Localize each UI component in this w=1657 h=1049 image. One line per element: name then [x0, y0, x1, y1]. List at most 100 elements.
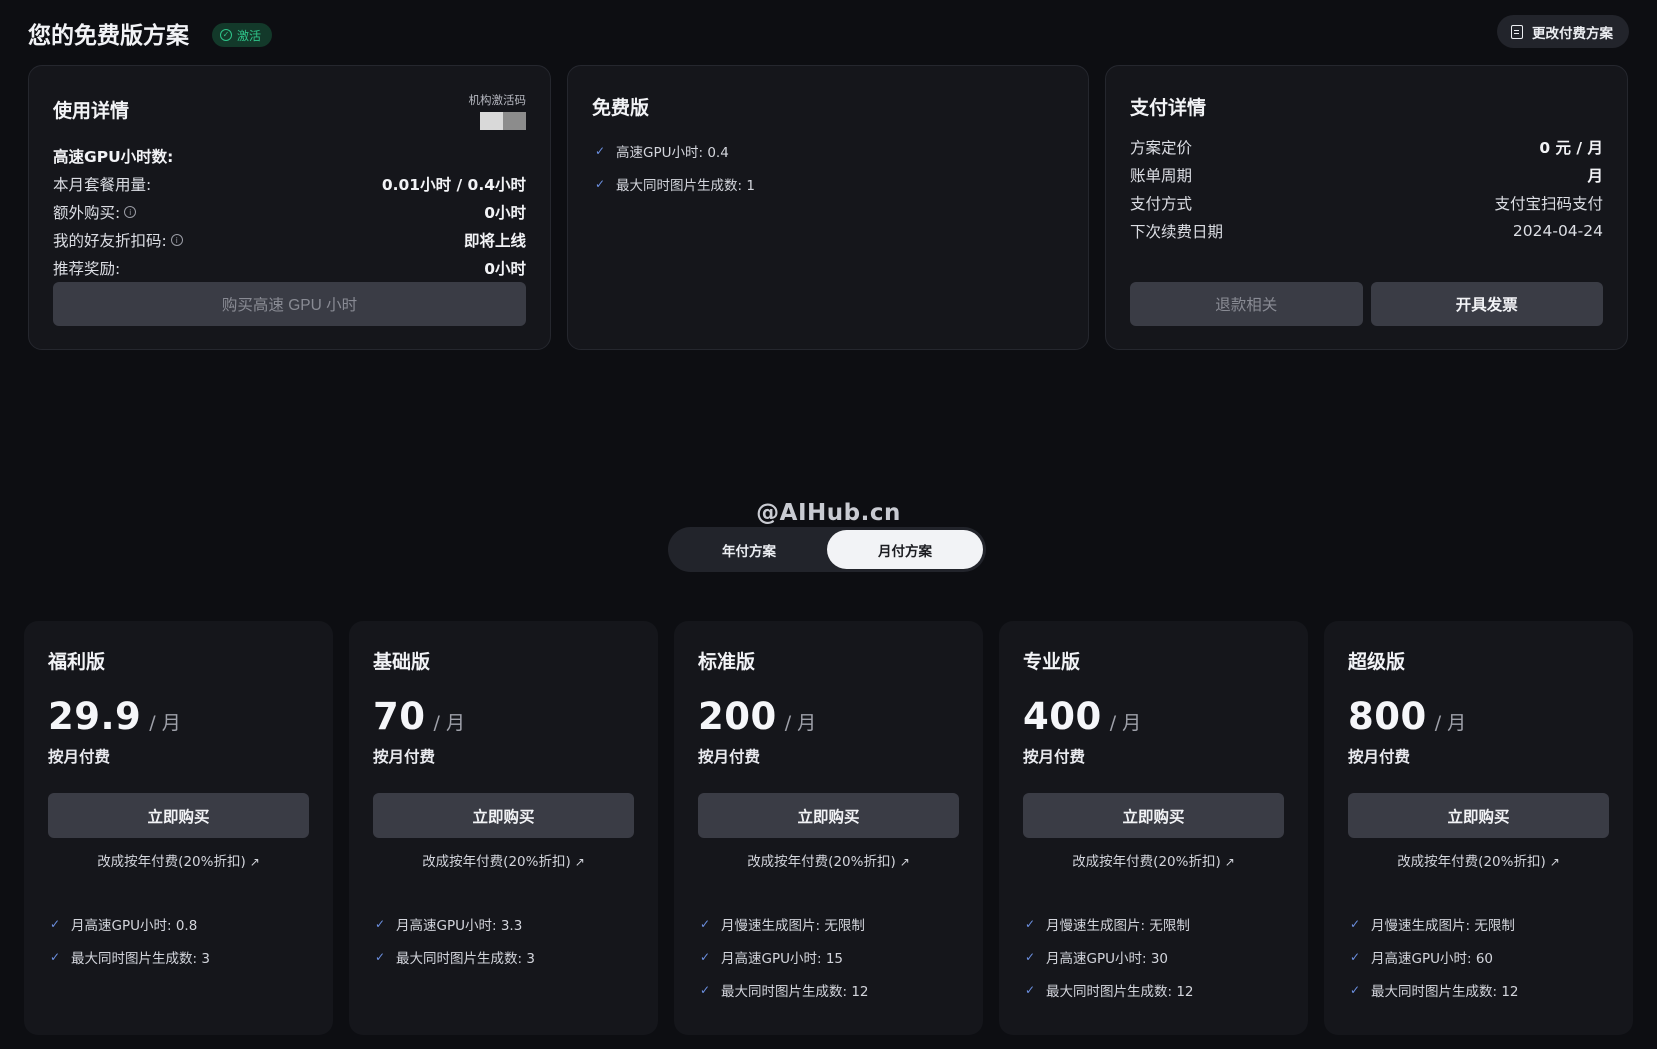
- check-icon: ✓: [1349, 949, 1361, 964]
- plan-price: 200: [698, 695, 777, 738]
- check-icon: ✓: [1024, 916, 1036, 931]
- payment-row-method: 支付方式 支付宝扫码支付: [1130, 189, 1603, 217]
- switch-annual-label: 改成按年付费(20%折扣): [747, 854, 896, 870]
- payment-row-label: 支付方式: [1130, 195, 1193, 213]
- info-icon[interactable]: i: [124, 206, 137, 218]
- change-plan-label: 更改付费方案: [1532, 25, 1613, 41]
- plan-name: 专业版: [1023, 651, 1081, 673]
- switch-annual-link[interactable]: 改成按年付费(20%折扣) ↗: [24, 850, 333, 870]
- payment-row-value: 支付宝扫码支付: [1494, 195, 1603, 213]
- feature-text: 月慢速生成图片: 无限制: [721, 917, 865, 934]
- feature-text: 月慢速生成图片: 无限制: [1371, 917, 1515, 934]
- plan-features: ✓ 月高速GPU小时: 0.8 ✓ 最大同时图片生成数: 3: [49, 907, 210, 973]
- plan-price-row: 29.9 / 月: [48, 695, 181, 738]
- status-badge-label: 激活: [237, 28, 262, 43]
- plan-features: ✓ 月慢速生成图片: 无限制 ✓ 月高速GPU小时: 60 ✓ 最大同时图片生成数: …: [1349, 907, 1519, 1006]
- feature-item: ✓ 月慢速生成图片: 无限制: [1024, 907, 1194, 940]
- plan-price: 800: [1348, 695, 1427, 738]
- usage-details-card: 使用详情 机构激活码 高速GPU小时数: 本月套餐用量: 0.01小时 / 0.…: [28, 65, 551, 350]
- buy-now-button[interactable]: 立即购买: [698, 793, 959, 838]
- feature-item: ✓ 月高速GPU小时: 0.8: [49, 907, 210, 940]
- buy-now-button[interactable]: 立即购买: [373, 793, 634, 838]
- feature-item: ✓ 月高速GPU小时: 60: [1349, 940, 1519, 973]
- switch-annual-link[interactable]: 改成按年付费(20%折扣) ↗: [674, 850, 983, 870]
- check-icon: ✓: [49, 916, 61, 931]
- org-activation-code[interactable]: 机构激活码: [462, 92, 526, 130]
- plan-price-unit: / 月: [1434, 712, 1467, 734]
- plan-cards: 福利版 29.9 / 月 按月付费 立即购买 改成按年付费(20%折扣) ↗ ✓ 月…: [24, 621, 1633, 1035]
- switch-annual-link[interactable]: 改成按年付费(20%折扣) ↗: [349, 850, 658, 870]
- payment-row-value: 月: [1587, 167, 1603, 185]
- check-icon: ✓: [594, 176, 606, 191]
- usage-row-label: 额外购买:: [53, 204, 121, 222]
- arrow-up-right-icon: ↗: [249, 855, 260, 869]
- feature-item: ✓ 最大同时图片生成数: 3: [49, 940, 210, 973]
- payment-row-cycle: 账单周期 月: [1130, 161, 1603, 189]
- plan-price-unit: / 月: [784, 712, 817, 734]
- usage-row-extra: 额外购买: i 0小时: [53, 198, 526, 226]
- switch-annual-link[interactable]: 改成按年付费(20%折扣) ↗: [999, 850, 1308, 870]
- plan-features: ✓ 月高速GPU小时: 3.3 ✓ 最大同时图片生成数: 3: [374, 907, 535, 973]
- feature-item: ✓ 月高速GPU小时: 3.3: [374, 907, 535, 940]
- switch-annual-label: 改成按年付费(20%折扣): [1397, 854, 1546, 870]
- feature-item: ✓ 高速GPU小时: 0.4: [594, 134, 755, 167]
- plan-name: 超级版: [1348, 651, 1406, 673]
- plan-price: 70: [373, 695, 426, 738]
- change-plan-button[interactable]: 更改付费方案: [1497, 15, 1629, 48]
- payment-rows: 方案定价 0 元 / 月 账单周期 月 支付方式 支付宝扫码支付 下次续费日期 …: [1130, 133, 1603, 245]
- usage-row-label-wrap: 额外购买: i: [53, 201, 137, 223]
- payment-row-label: 账单周期: [1130, 167, 1193, 185]
- feature-text: 月高速GPU小时: 15: [721, 950, 844, 967]
- check-icon: ✓: [699, 916, 711, 931]
- feature-text: 最大同时图片生成数: 12: [1046, 983, 1194, 1000]
- billing-page: 您的免费版方案 ✓ 激活 更改付费方案 使用详情 机构激活码 高速GPU小时数:…: [0, 0, 1657, 1049]
- info-icon[interactable]: i: [170, 234, 183, 246]
- plan-price-unit: / 月: [149, 712, 181, 734]
- check-icon: ✓: [1024, 949, 1036, 964]
- feature-item: ✓ 最大同时图片生成数: 3: [374, 940, 535, 973]
- plan-features: ✓ 月慢速生成图片: 无限制 ✓ 月高速GPU小时: 30 ✓ 最大同时图片生成数: …: [1024, 907, 1194, 1006]
- buy-now-button[interactable]: 立即购买: [1023, 793, 1284, 838]
- plan-features: ✓ 月慢速生成图片: 无限制 ✓ 月高速GPU小时: 15 ✓ 最大同时图片生成数: …: [699, 907, 869, 1006]
- feature-item: ✓ 最大同时图片生成数: 12: [699, 973, 869, 1006]
- switch-annual-link[interactable]: 改成按年付费(20%折扣) ↗: [1324, 850, 1633, 870]
- refund-button[interactable]: 退款相关: [1130, 282, 1363, 326]
- arrow-up-right-icon: ↗: [1224, 855, 1235, 869]
- usage-row-value: 即将上线: [463, 232, 526, 250]
- billing-period-toggle: 年付方案 月付方案: [668, 527, 986, 572]
- buy-now-button[interactable]: 立即购买: [48, 793, 309, 838]
- check-icon: ✓: [594, 143, 606, 158]
- usage-row-value: 0小时: [484, 204, 526, 222]
- feature-text: 月高速GPU小时: 3.3: [396, 917, 523, 934]
- usage-row-label: 我的好友折扣码:: [53, 232, 167, 250]
- invoice-button[interactable]: 开具发票: [1370, 282, 1603, 326]
- tab-monthly[interactable]: 月付方案: [827, 530, 983, 569]
- check-icon: ✓: [699, 982, 711, 997]
- free-plan-features: ✓ 高速GPU小时: 0.4 ✓ 最大同时图片生成数: 1: [594, 134, 755, 200]
- usage-row-discount-code: 我的好友折扣码: i 即将上线: [53, 226, 526, 254]
- plan-price: 29.9: [48, 695, 142, 738]
- plan-billing-type: 按月付费: [48, 748, 111, 766]
- buy-gpu-hours-button[interactable]: 购买高速 GPU 小时: [53, 282, 526, 326]
- free-plan-card: 免费版 ✓ 高速GPU小时: 0.4 ✓ 最大同时图片生成数: 1: [567, 65, 1089, 350]
- plan-card-standard: 标准版 200 / 月 按月付费 立即购买 改成按年付费(20%折扣) ↗ ✓ 月慢…: [674, 621, 983, 1035]
- tab-annual[interactable]: 年付方案: [671, 530, 827, 569]
- feature-text: 月高速GPU小时: 30: [1046, 950, 1169, 967]
- status-badge: ✓ 激活: [212, 23, 273, 47]
- usage-rows: 高速GPU小时数: 本月套餐用量: 0.01小时 / 0.4小时 额外购买: i…: [53, 142, 526, 282]
- page-header: 您的免费版方案 ✓ 激活 更改付费方案: [28, 14, 1629, 52]
- payment-details-card: 支付详情 方案定价 0 元 / 月 账单周期 月 支付方式 支付宝扫码支付 下次…: [1105, 65, 1628, 350]
- plan-card-welfare: 福利版 29.9 / 月 按月付费 立即购买 改成按年付费(20%折扣) ↗ ✓ 月…: [24, 621, 333, 1035]
- buy-now-button[interactable]: 立即购买: [1348, 793, 1609, 838]
- arrow-up-right-icon: ↗: [899, 855, 910, 869]
- payment-card-title: 支付详情: [1130, 97, 1207, 119]
- check-icon: ✓: [374, 916, 386, 931]
- feature-text: 最大同时图片生成数: 1: [616, 177, 755, 194]
- org-code-label: 机构激活码: [468, 93, 527, 107]
- check-icon: ✓: [1024, 982, 1036, 997]
- plan-card-basic: 基础版 70 / 月 按月付费 立即购买 改成按年付费(20%折扣) ↗ ✓ 月高速…: [349, 621, 658, 1035]
- feature-text: 月慢速生成图片: 无限制: [1046, 917, 1190, 934]
- switch-annual-label: 改成按年付费(20%折扣): [422, 854, 571, 870]
- check-icon: ✓: [1349, 916, 1361, 931]
- usage-row-label-wrap: 我的好友折扣码: i: [53, 229, 183, 251]
